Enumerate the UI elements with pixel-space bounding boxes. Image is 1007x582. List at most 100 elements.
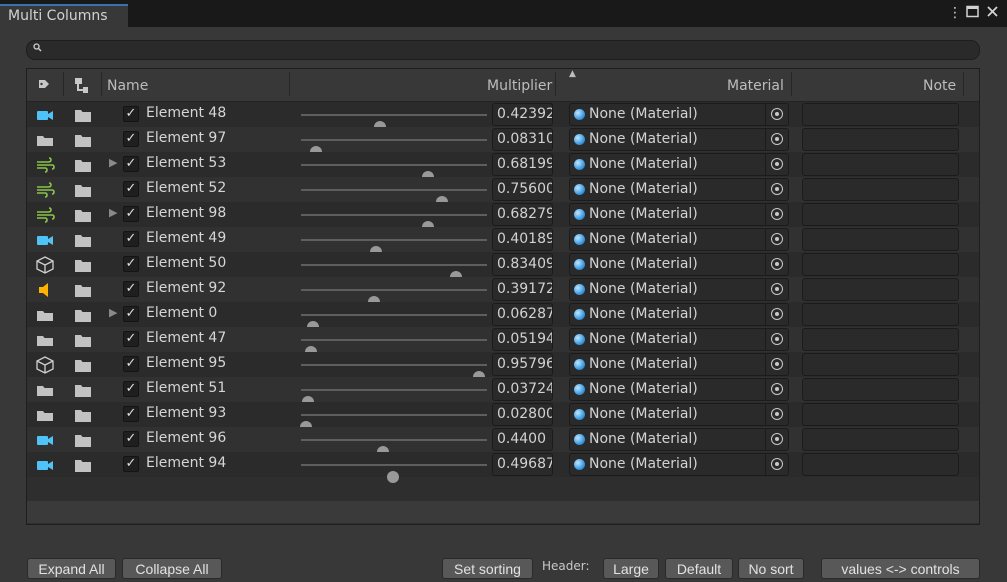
tab-multi-columns[interactable]: Multi Columns [0, 4, 128, 27]
object-picker-button[interactable] [765, 329, 788, 350]
slider-thumb[interactable] [387, 471, 400, 483]
note-field[interactable] [802, 328, 959, 351]
material-field[interactable]: None (Material) [569, 303, 789, 326]
table-row[interactable]: ▶ ✓ Element 53 0.68199 None (Material) [27, 152, 979, 183]
table-row[interactable]: ▶ ✓ Element 98 0.68279 None (Material) [27, 202, 979, 233]
header-separator[interactable] [791, 72, 792, 96]
collapse-all-button[interactable]: Collapse All [122, 558, 222, 579]
multiplier-field[interactable]: 0.42392 [492, 103, 553, 126]
header-default-button[interactable]: Default [665, 558, 733, 579]
object-picker-button[interactable] [765, 204, 788, 225]
multiplier-field[interactable]: 0.68199 [492, 153, 553, 176]
header-separator[interactable] [101, 72, 102, 96]
table-row[interactable]: ✓ Element 92 0.39172 None (Material) [27, 277, 979, 308]
header-separator[interactable] [63, 72, 64, 96]
row-checkbox[interactable]: ✓ [123, 131, 139, 147]
note-field[interactable] [802, 253, 959, 276]
material-field[interactable]: None (Material) [569, 378, 789, 401]
row-checkbox[interactable]: ✓ [123, 306, 139, 322]
object-picker-button[interactable] [765, 304, 788, 325]
multiplier-slider[interactable] [301, 189, 487, 208]
table-row[interactable]: ✓ Element 93 0.02800 None (Material) [27, 402, 979, 433]
multiplier-slider[interactable] [301, 364, 487, 383]
table-row[interactable]: ✓ Element 97 0.08310 None (Material) [27, 127, 979, 158]
multiplier-slider[interactable] [301, 464, 487, 483]
multiplier-slider[interactable] [301, 114, 487, 133]
expand-arrow-icon[interactable]: ▶ [109, 156, 117, 169]
row-checkbox[interactable]: ✓ [123, 256, 139, 272]
header-material[interactable]: Material [727, 69, 784, 101]
maximize-icon[interactable] [966, 5, 979, 22]
header-separator[interactable] [555, 72, 556, 96]
object-picker-button[interactable] [765, 429, 788, 450]
material-field[interactable]: None (Material) [569, 203, 789, 226]
table-row[interactable]: ✓ Element 50 0.83409 None (Material) [27, 252, 979, 283]
values-controls-toggle-button[interactable]: values <-> controls [821, 558, 980, 579]
note-field[interactable] [802, 303, 959, 326]
multiplier-field[interactable]: 0.08310 [492, 128, 553, 151]
row-checkbox[interactable]: ✓ [123, 406, 139, 422]
multiplier-slider[interactable] [301, 289, 487, 308]
object-picker-button[interactable] [765, 104, 788, 125]
material-field[interactable]: None (Material) [569, 453, 789, 476]
header-name[interactable]: Name [107, 69, 148, 101]
material-field[interactable]: None (Material) [569, 128, 789, 151]
multiplier-field[interactable]: 0.05194 [492, 328, 553, 351]
multiplier-field[interactable]: 0.39172 [492, 278, 553, 301]
table-row[interactable]: ✓ Element 95 0.95796 None (Material) [27, 352, 979, 383]
note-field[interactable] [802, 178, 959, 201]
multiplier-slider[interactable] [301, 214, 487, 233]
more-menu-icon[interactable]: ⋮ [948, 5, 962, 21]
material-field[interactable]: None (Material) [569, 428, 789, 451]
table-row[interactable]: ✓ Element 94 0.49687 None (Material) [27, 452, 979, 483]
object-picker-button[interactable] [765, 254, 788, 275]
material-field[interactable]: None (Material) [569, 103, 789, 126]
material-field[interactable]: None (Material) [569, 328, 789, 351]
expand-all-button[interactable]: Expand All [27, 558, 116, 579]
multiplier-slider[interactable] [301, 389, 487, 408]
row-checkbox[interactable]: ✓ [123, 431, 139, 447]
multiplier-field[interactable]: 0.02800 [492, 403, 553, 426]
header-large-button[interactable]: Large [603, 558, 659, 579]
object-picker-button[interactable] [765, 404, 788, 425]
table-row[interactable]: ✓ Element 96 0.4400 None (Material) [27, 427, 979, 458]
note-field[interactable] [802, 403, 959, 426]
note-field[interactable] [802, 353, 959, 376]
row-checkbox[interactable]: ✓ [123, 381, 139, 397]
table-row[interactable]: ✓ Element 48 0.42392 None (Material) [27, 102, 979, 133]
multiplier-slider[interactable] [301, 139, 487, 158]
material-field[interactable]: None (Material) [569, 253, 789, 276]
no-sort-button[interactable]: No sort [738, 558, 804, 579]
multiplier-field[interactable]: 0.49687 [492, 453, 553, 476]
table-row[interactable]: ✓ Element 47 0.05194 None (Material) [27, 327, 979, 358]
row-checkbox[interactable]: ✓ [123, 106, 139, 122]
material-field[interactable]: None (Material) [569, 403, 789, 426]
row-checkbox[interactable]: ✓ [123, 156, 139, 172]
close-icon[interactable] [986, 5, 999, 22]
search-input[interactable] [45, 41, 969, 61]
multiplier-field[interactable]: 0.83409 [492, 253, 553, 276]
multiplier-field[interactable]: 0.06287 [492, 303, 553, 326]
note-field[interactable] [802, 453, 959, 476]
row-checkbox[interactable]: ✓ [123, 181, 139, 197]
multiplier-slider[interactable] [300, 414, 487, 433]
note-field[interactable] [802, 153, 959, 176]
multiplier-field[interactable]: 0.95796 [492, 353, 553, 376]
multiplier-slider[interactable] [301, 439, 487, 458]
header-separator[interactable] [289, 72, 290, 96]
row-checkbox[interactable]: ✓ [123, 456, 139, 472]
table-row[interactable]: ▶ ✓ Element 0 0.06287 None (Material) [27, 302, 979, 333]
table-row[interactable]: ✓ Element 51 0.03724 None (Material) [27, 377, 979, 408]
material-field[interactable]: None (Material) [569, 153, 789, 176]
multiplier-field[interactable]: 0.40189 [492, 228, 553, 251]
multiplier-slider[interactable] [301, 164, 487, 183]
multiplier-slider[interactable] [301, 264, 487, 283]
note-field[interactable] [802, 103, 959, 126]
note-field[interactable] [802, 203, 959, 226]
multiplier-slider[interactable] [301, 314, 487, 333]
expand-arrow-icon[interactable]: ▶ [109, 306, 117, 319]
note-field[interactable] [802, 428, 959, 451]
object-picker-button[interactable] [765, 279, 788, 300]
table-row[interactable]: ✓ Element 52 0.75600 None (Material) [27, 177, 979, 208]
object-picker-button[interactable] [765, 454, 788, 475]
